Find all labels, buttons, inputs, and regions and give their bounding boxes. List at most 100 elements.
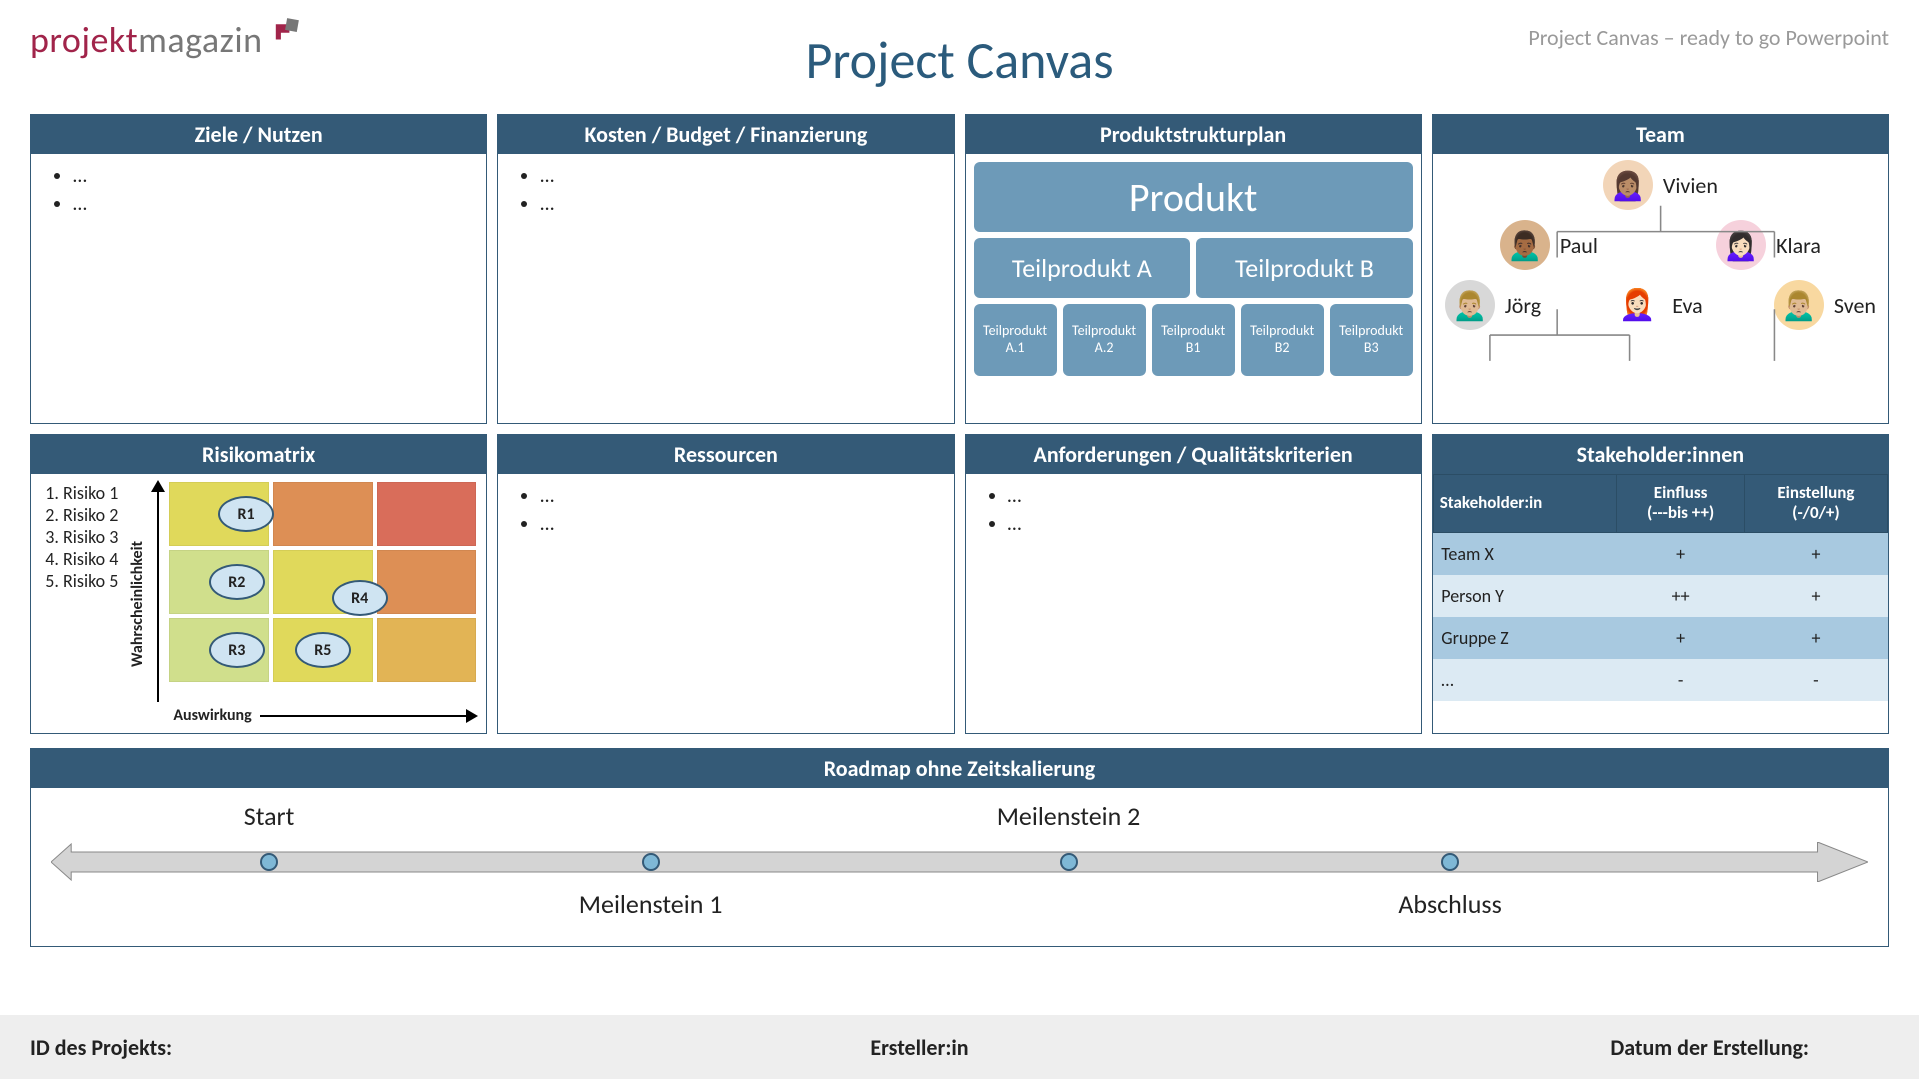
avatar-icon: 🙍🏻‍♀️ bbox=[1716, 220, 1766, 270]
team-person-top: 🙍🏽‍♀️ Vivien bbox=[1603, 160, 1718, 210]
psp-leaf-node: Teilprodukt A.1 bbox=[974, 304, 1057, 376]
table-cell: Gruppe Z bbox=[1433, 617, 1617, 659]
panel-team-header: Team bbox=[1433, 115, 1888, 154]
panel-kosten: Kosten / Budget / Finanzierung …… bbox=[497, 114, 954, 424]
risk-list-item: Risiko 4 bbox=[63, 548, 118, 570]
stakeholder-table: Stakeholder:inEinfluss (---bis ++)Einste… bbox=[1433, 474, 1888, 701]
list-item: … bbox=[540, 484, 939, 508]
psp-leaf-node: Teilprodukt B1 bbox=[1152, 304, 1235, 376]
panel-roadmap-header: Roadmap ohne Zeitskalierung bbox=[31, 749, 1888, 788]
footer-creator-label: Ersteller:in bbox=[623, 1034, 1216, 1061]
risk-matrix: Wahrscheinlichkeit R1 R2 R4 R3 R5 Auswirkung bbox=[126, 482, 476, 725]
list-item: … bbox=[1008, 484, 1407, 508]
table-cell: + bbox=[1617, 617, 1745, 659]
risk-y-axis-label: Wahrscheinlichkeit bbox=[126, 482, 147, 725]
risk-bubble: R5 bbox=[295, 632, 351, 668]
team-person-mid-0: 🙍🏾‍♂️ Paul bbox=[1500, 220, 1598, 270]
risk-bubble: R4 bbox=[332, 580, 388, 616]
arrow-right-icon bbox=[260, 715, 477, 717]
table-cell: … bbox=[1433, 659, 1617, 701]
panel-anforderungen: Anforderungen / Qualitätskriterien …… bbox=[965, 434, 1422, 734]
panel-team: Team 🙍🏽‍♀️ Vivien 🙍🏾‍♂️ Paul 🙍🏻‍ bbox=[1432, 114, 1889, 424]
risk-x-axis-label: Auswirkung bbox=[173, 706, 251, 725]
stakeholder-body: Stakeholder:inEinfluss (---bis ++)Einste… bbox=[1433, 474, 1888, 733]
canvas-grid: Ziele / Nutzen …… Kosten / Budget / Fina… bbox=[30, 114, 1889, 734]
table-cell: Person Y bbox=[1433, 575, 1617, 617]
milestone-label: Abschluss bbox=[1398, 888, 1501, 920]
psp-tree: Produkt Teilprodukt ATeilprodukt B Teilp… bbox=[966, 154, 1421, 423]
psp-leaf-node: Teilprodukt A.2 bbox=[1063, 304, 1146, 376]
risk-bubble: R3 bbox=[209, 632, 265, 668]
milestone-label: Start bbox=[244, 800, 295, 832]
panel-ressourcen-header: Ressourcen bbox=[498, 435, 953, 474]
list-item: … bbox=[540, 512, 939, 536]
table-header: Einfluss (---bis ++) bbox=[1617, 475, 1745, 533]
team-name: Jörg bbox=[1505, 292, 1541, 319]
footer-id-label: ID des Projekts: bbox=[30, 1034, 623, 1061]
table-row: Gruppe Z++ bbox=[1433, 617, 1887, 659]
milestone-dot-icon bbox=[1441, 853, 1459, 871]
milestone-label: Meilenstein 1 bbox=[579, 888, 723, 920]
panel-stakeholder: Stakeholder:innen Stakeholder:inEinfluss… bbox=[1432, 434, 1889, 734]
team-person-bottom-2: 🙍🏼‍♂️ Sven bbox=[1774, 280, 1876, 330]
avatar-icon: 👩🏻‍🦰 bbox=[1612, 280, 1662, 330]
panel-ressourcen: Ressourcen … … bbox=[497, 434, 954, 734]
slide-title: Project Canvas bbox=[805, 28, 1113, 92]
risk-body: Risiko 1Risiko 2Risiko 3Risiko 4Risiko 5… bbox=[31, 474, 486, 733]
panel-ziele-body: …… bbox=[31, 154, 486, 423]
list-item: … bbox=[540, 164, 939, 188]
risk-bubble: R1 bbox=[218, 496, 274, 532]
risk-list-item: Risiko 5 bbox=[63, 570, 118, 592]
milestone-dot-icon bbox=[1060, 853, 1078, 871]
table-header: Stakeholder:in bbox=[1433, 475, 1617, 533]
panel-risiko: Risikomatrix Risiko 1Risiko 2Risiko 3Ris… bbox=[30, 434, 487, 734]
table-cell: + bbox=[1617, 532, 1745, 575]
panel-psp: Produktstrukturplan Produkt Teilprodukt … bbox=[965, 114, 1422, 424]
table-header: Einstellung (-/0/+) bbox=[1744, 475, 1887, 533]
panel-anforderungen-header: Anforderungen / Qualitätskriterien bbox=[966, 435, 1421, 474]
team-name: Eva bbox=[1672, 292, 1702, 319]
table-row: …-- bbox=[1433, 659, 1887, 701]
avatar-icon: 🙍🏽‍♀️ bbox=[1603, 160, 1653, 210]
list-item: … bbox=[1008, 512, 1407, 536]
psp-root: Produkt bbox=[974, 162, 1413, 232]
list-item: … bbox=[73, 164, 472, 188]
list-item: … bbox=[540, 192, 939, 216]
avatar-icon: 🙍🏾‍♂️ bbox=[1500, 220, 1550, 270]
slide-header: projektmagazin Project Canvas Project Ca… bbox=[0, 0, 1919, 62]
milestone-dot-icon bbox=[260, 853, 278, 871]
risk-list-item: Risiko 3 bbox=[63, 526, 118, 548]
panel-risiko-header: Risikomatrix bbox=[31, 435, 486, 474]
table-cell: + bbox=[1744, 617, 1887, 659]
risk-bubble: R2 bbox=[209, 564, 265, 600]
psp-mid-node: Teilprodukt B bbox=[1196, 238, 1413, 298]
panel-ziele-header: Ziele / Nutzen bbox=[31, 115, 486, 154]
team-name: Vivien bbox=[1663, 172, 1718, 199]
table-cell: + bbox=[1744, 532, 1887, 575]
panel-anforderungen-body: …… bbox=[966, 474, 1421, 733]
roadmap-labels-top: StartMeilenstein 2 bbox=[51, 800, 1868, 836]
risk-heatmap: R1 R2 R4 R3 R5 bbox=[169, 482, 476, 682]
brand-part1: projekt bbox=[30, 18, 138, 62]
team-name: Paul bbox=[1560, 232, 1598, 259]
footer-bar: ID des Projekts: Ersteller:in Datum der … bbox=[0, 1015, 1919, 1079]
panel-kosten-body: …… bbox=[498, 154, 953, 423]
panel-psp-header: Produktstrukturplan bbox=[966, 115, 1421, 154]
milestone-dot-icon bbox=[642, 853, 660, 871]
brand-icon bbox=[269, 14, 303, 58]
table-cell: Team X bbox=[1433, 532, 1617, 575]
panel-kosten-header: Kosten / Budget / Finanzierung bbox=[498, 115, 953, 154]
psp-mid-node: Teilprodukt A bbox=[974, 238, 1191, 298]
psp-leaf-node: Teilprodukt B2 bbox=[1241, 304, 1324, 376]
brand-logo: projektmagazin bbox=[30, 18, 303, 62]
arrow-up-icon bbox=[147, 482, 169, 702]
table-row: Person Y+++ bbox=[1433, 575, 1887, 617]
team-org-chart: 🙍🏽‍♀️ Vivien 🙍🏾‍♂️ Paul 🙍🏻‍♀️ Klara 🙍🏼‍♂… bbox=[1433, 154, 1888, 423]
team-name: Sven bbox=[1834, 292, 1876, 319]
slide-subtitle: Project Canvas – ready to go Powerpoint bbox=[1528, 24, 1889, 51]
table-cell: - bbox=[1617, 659, 1745, 701]
roadmap-body: StartMeilenstein 2 Meilenstein 1 Abschlus… bbox=[31, 788, 1888, 946]
footer-date-label: Datum der Erstellung: bbox=[1216, 1034, 1889, 1061]
table-row: Team X++ bbox=[1433, 532, 1887, 575]
list-item: … bbox=[73, 192, 472, 216]
